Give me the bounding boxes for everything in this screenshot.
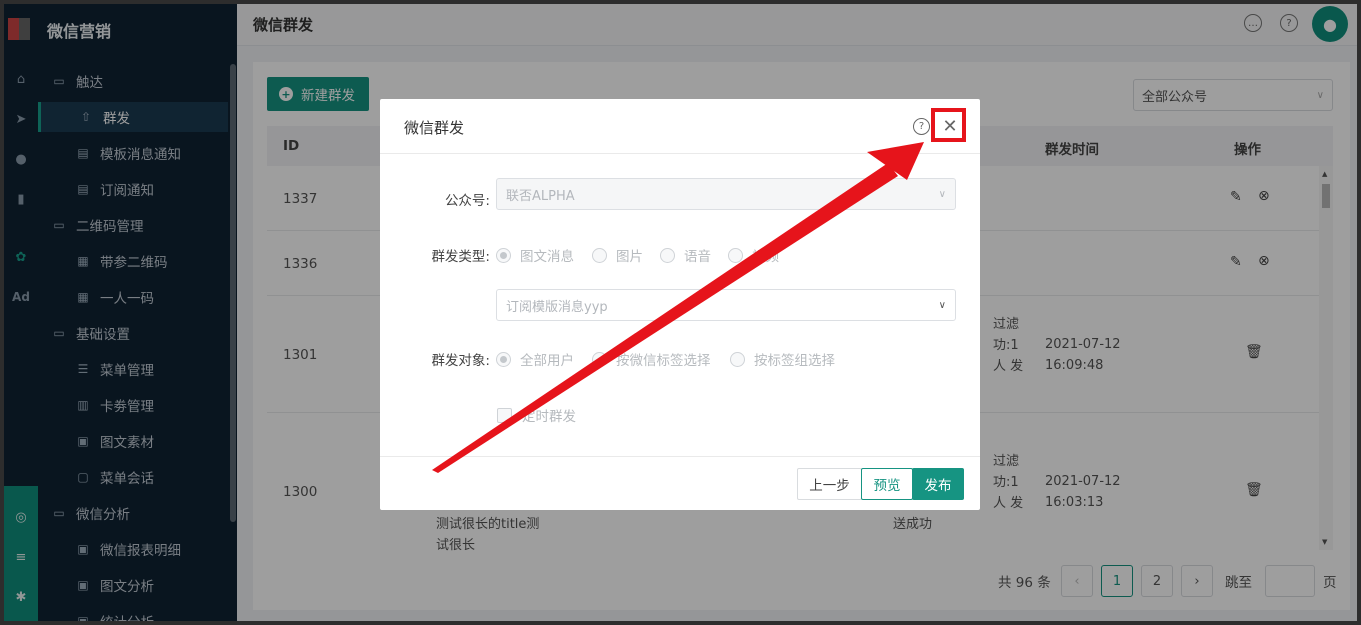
account-field-value: 联否ALPHA: [506, 188, 575, 204]
radio-dot: [592, 351, 607, 367]
schedule-checkbox[interactable]: 定时群发: [497, 405, 576, 425]
type-radio-image[interactable]: 图片: [592, 245, 643, 265]
radio-dot: [496, 351, 511, 367]
chevron-down-icon: ∨: [938, 299, 946, 311]
target-label: 群发对象:: [431, 353, 490, 369]
dialog-title: 微信群发: [404, 119, 465, 137]
help-icon[interactable]: ?: [913, 118, 930, 135]
template-select-value: 订阅模版消息yyp: [506, 299, 608, 315]
radio-dot: [730, 351, 745, 367]
radio-dot: [592, 247, 607, 263]
dialog-footer-divider: [380, 456, 980, 457]
radio-dot: [728, 247, 743, 263]
publish-button[interactable]: 发布: [912, 468, 964, 500]
target-radio-wechat-tag[interactable]: 按微信标签选择: [592, 349, 711, 369]
dialog-divider: [380, 153, 980, 154]
radio-dot: [660, 247, 675, 263]
close-highlight-box: [931, 108, 966, 142]
target-radio-all[interactable]: 全部用户: [496, 349, 574, 369]
preview-button[interactable]: 预览: [861, 468, 913, 500]
chevron-down-icon: ∨: [938, 188, 946, 200]
account-label: 公众号:: [444, 193, 490, 209]
target-radio-tag-group[interactable]: 按标签组选择: [730, 349, 835, 369]
checkbox-box: [497, 407, 512, 423]
radio-dot: [496, 247, 511, 263]
prev-step-button[interactable]: 上一步: [797, 468, 862, 500]
template-select[interactable]: 订阅模版消息yyp ∨: [496, 289, 956, 321]
broadcast-dialog: 微信群发 ? ✕ 公众号: 联否ALPHA ∨ 群发类型: 图文消息 图片 语音…: [380, 99, 980, 510]
type-radio-voice[interactable]: 语音: [660, 245, 711, 265]
type-label: 群发类型:: [431, 249, 490, 265]
type-radio-video[interactable]: 视频: [728, 245, 779, 265]
account-field[interactable]: 联否ALPHA ∨: [496, 178, 956, 210]
type-radio-news[interactable]: 图文消息: [496, 245, 574, 265]
